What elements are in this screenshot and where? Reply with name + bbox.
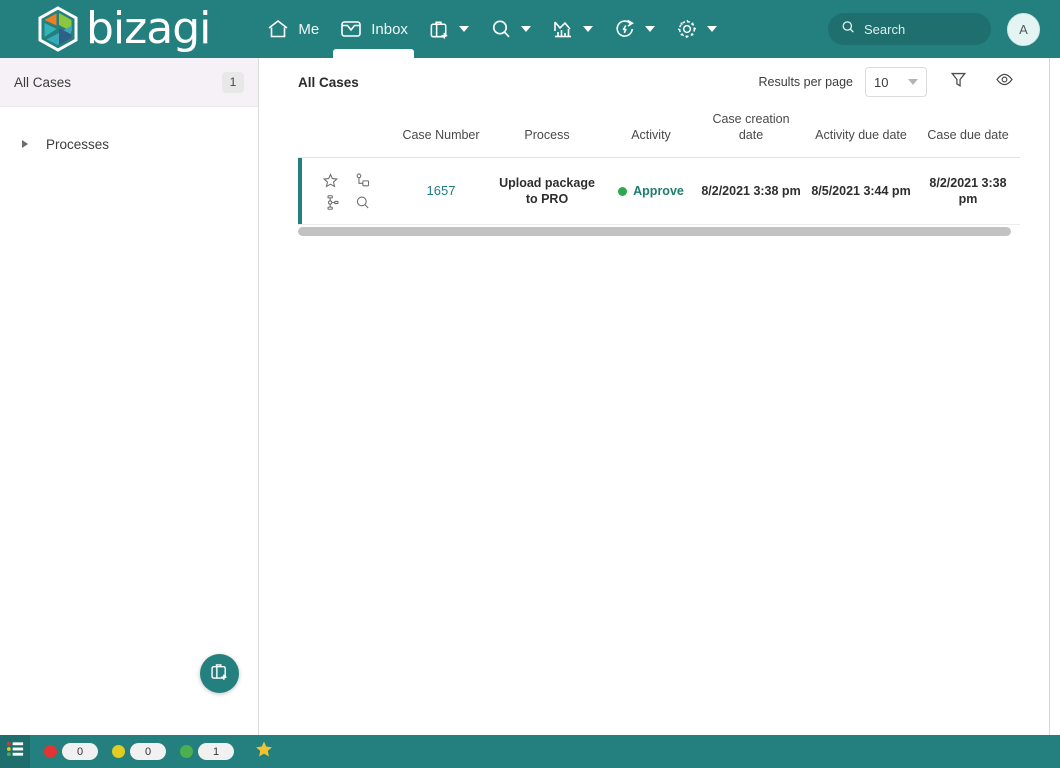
nav-item-me[interactable]: Me <box>256 0 329 58</box>
app-header: bizagi Me Inbox Search A <box>0 0 1060 58</box>
chevron-down-icon <box>582 26 593 32</box>
eye-icon <box>995 70 1014 94</box>
refresh-power-icon <box>613 17 637 41</box>
cases-table-head: Case Number Process Activity Case creati… <box>298 106 1020 159</box>
counter-red-value: 0 <box>62 743 98 760</box>
table-horizontal-scrollbar[interactable] <box>298 227 1011 237</box>
nav-item-new-case[interactable] <box>418 0 479 58</box>
workflow-branch-icon[interactable] <box>316 192 344 212</box>
column-header-case-number[interactable]: Case Number <box>394 106 488 159</box>
logo[interactable]: bizagi <box>36 3 211 54</box>
new-case-briefcase-plus-icon <box>428 18 451 41</box>
home-icon <box>266 17 290 41</box>
results-per-page-label: Results per page <box>758 75 853 89</box>
search-icon <box>489 17 513 41</box>
favorites-button[interactable] <box>254 739 274 764</box>
row-selected-accent <box>298 158 302 225</box>
active-tab-indicator <box>333 49 414 58</box>
yellow-dot-icon <box>112 745 125 758</box>
bizagi-hexagon-logo <box>36 6 80 52</box>
nav-item-settings[interactable] <box>665 0 727 58</box>
cell-process: Upload package to PRO <box>488 157 606 226</box>
avatar-initial: A <box>1019 21 1028 37</box>
search-icon <box>840 19 856 40</box>
chevron-down-icon <box>520 26 531 32</box>
column-header-process[interactable]: Process <box>488 106 606 159</box>
row-action-icons <box>302 170 390 212</box>
filter-funnel-icon <box>949 70 968 94</box>
column-header-activity-due-date[interactable]: Activity due date <box>806 106 916 159</box>
new-case-fab-button[interactable] <box>200 654 239 693</box>
main-navigation: Me Inbox <box>256 0 727 58</box>
cell-case-creation-date: 8/2/2021 3:38 pm <box>696 157 806 226</box>
red-dot-icon <box>44 745 57 758</box>
list-menu-button[interactable] <box>0 735 30 768</box>
chevron-down-icon <box>908 79 918 85</box>
results-per-page-value: 10 <box>874 74 889 90</box>
cases-table-wrapper: Case Number Process Activity Case creati… <box>298 106 1020 237</box>
cases-table-body: 1657 Upload package to PRO Approve 8/2/2… <box>298 157 1020 226</box>
case-number-link[interactable]: 1657 <box>427 183 456 198</box>
nav-item-analytics[interactable] <box>541 0 603 58</box>
status-dot-icon <box>618 186 628 196</box>
row-actions-cell <box>298 157 394 226</box>
logo-text: bizagi <box>86 3 211 54</box>
process-node-icon[interactable] <box>348 170 376 190</box>
nav-label-inbox: Inbox <box>371 20 408 38</box>
chevron-down-icon <box>706 26 717 32</box>
counter-green-value: 1 <box>198 743 234 760</box>
counter-yellow[interactable]: 0 <box>112 743 166 760</box>
bottom-status-bar: 0 0 1 <box>0 735 1060 768</box>
counter-green[interactable]: 1 <box>180 743 234 760</box>
bizagi-work-portal: bizagi Me Inbox Search A All Cases 1 Pro… <box>0 0 1060 768</box>
cell-activity: Approve <box>606 157 696 226</box>
column-header-actions[interactable] <box>298 106 394 159</box>
sidebar: All Cases 1 Processes <box>0 58 259 735</box>
inbox-tray-icon <box>339 17 363 41</box>
page-title: All Cases <box>298 74 359 90</box>
visibility-button[interactable] <box>989 67 1019 97</box>
cases-table: Case Number Process Activity Case creati… <box>298 106 1020 226</box>
cell-case-number: 1657 <box>394 157 488 226</box>
chevron-down-icon <box>458 26 469 32</box>
new-case-briefcase-plus-icon <box>209 661 230 687</box>
global-search[interactable] <box>828 13 991 45</box>
sidebar-processes-label: Processes <box>46 136 110 152</box>
header-right-controls: A <box>828 0 1040 58</box>
table-row[interactable]: 1657 Upload package to PRO Approve 8/2/2… <box>298 157 1020 226</box>
filter-button[interactable] <box>943 67 973 97</box>
green-dot-icon <box>180 745 193 758</box>
sidebar-item-all-cases[interactable]: All Cases 1 <box>0 58 258 107</box>
gear-icon <box>675 17 699 41</box>
nav-item-search[interactable] <box>479 0 541 58</box>
search-icon[interactable] <box>348 192 376 212</box>
table-header-row: Case Number Process Activity Case creati… <box>298 106 1020 159</box>
column-header-case-creation-date[interactable]: Case creation date <box>696 106 806 159</box>
activity-label: Approve <box>633 184 684 199</box>
nav-label-me: Me <box>298 20 320 38</box>
avatar[interactable]: A <box>1007 12 1040 46</box>
column-header-case-due-date[interactable]: Case due date <box>916 106 1020 159</box>
analytics-chart-icon <box>551 17 575 41</box>
cell-activity-due-date: 8/5/2021 3:44 pm <box>806 157 916 226</box>
star-filled-icon <box>254 739 274 764</box>
content-toolbar: All Cases Results per page 10 <box>260 58 1049 106</box>
column-header-activity[interactable]: Activity <box>606 106 696 159</box>
sidebar-all-cases-label: All Cases <box>14 74 72 90</box>
cell-case-due-date: 8/2/2021 3:38 pm <box>916 157 1020 226</box>
results-per-page-select[interactable]: 10 <box>865 67 927 97</box>
search-input[interactable] <box>864 21 974 37</box>
all-cases-count-badge: 1 <box>222 71 244 93</box>
nav-item-inbox[interactable]: Inbox <box>329 0 418 58</box>
star-icon[interactable] <box>316 170 344 190</box>
nav-item-refresh[interactable] <box>603 0 665 58</box>
chevron-right-icon[interactable] <box>22 140 28 148</box>
counter-red[interactable]: 0 <box>44 743 98 760</box>
chevron-down-icon <box>644 26 655 32</box>
list-menu-icon <box>6 740 25 763</box>
counter-yellow-value: 0 <box>130 743 166 760</box>
activity-status: Approve <box>610 183 692 199</box>
sidebar-item-processes[interactable]: Processes <box>0 127 258 161</box>
main-content: All Cases Results per page 10 Case Numbe… <box>260 58 1050 735</box>
